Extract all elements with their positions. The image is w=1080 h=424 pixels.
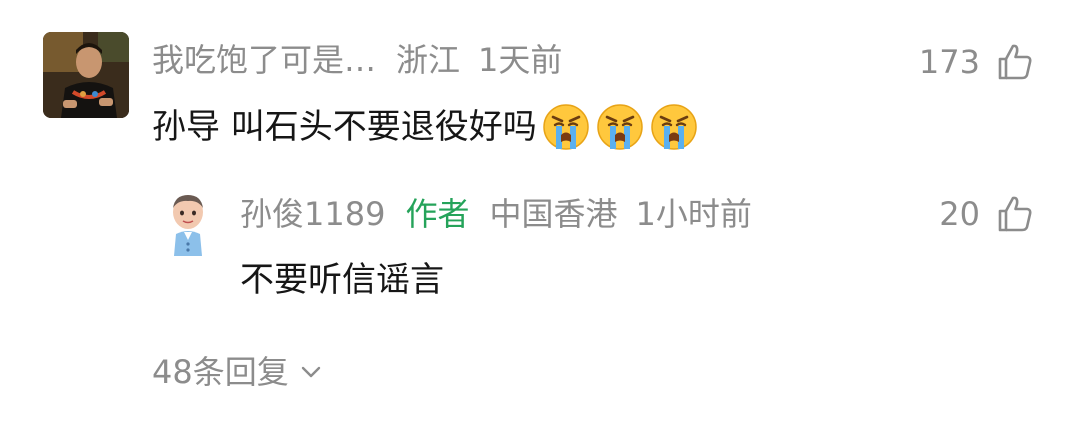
commenter-avatar[interactable] xyxy=(43,32,129,118)
commenter-region: 浙江 xyxy=(396,41,461,79)
comment-like-count: 173 xyxy=(918,43,980,81)
author-avatar[interactable] xyxy=(158,190,218,258)
commenter-username[interactable]: 我吃饱了可是… xyxy=(152,41,376,79)
crying-emoji-icon xyxy=(597,104,643,150)
author-avatar-illustration xyxy=(173,195,203,256)
reply-region: 中国香港 xyxy=(489,195,618,233)
reply-time: 1小时前 xyxy=(635,195,752,233)
crying-emoji-icon xyxy=(651,104,697,150)
thumbs-up-icon xyxy=(998,196,1032,232)
crying-emoji-icon xyxy=(543,104,589,150)
comment-text-row[interactable]: 孙导 叫石头不要退役好吗 xyxy=(152,102,699,152)
reply-username[interactable]: 孙俊1189 xyxy=(240,195,385,233)
view-replies-button[interactable]: 48条回复 xyxy=(152,350,323,394)
reply-like-count: 20 xyxy=(939,195,980,233)
reply-like-button[interactable]: 20 xyxy=(939,194,1034,234)
reply-meta: 孙俊1189 作者 中国香港 1小时前 xyxy=(240,194,772,234)
view-replies-label: 48条回复 xyxy=(152,353,289,391)
avatar-photo xyxy=(43,32,129,118)
comment-text: 孙导 叫石头不要退役好吗 xyxy=(152,107,537,147)
comment-time: 1天前 xyxy=(478,41,563,79)
reply-text: 不要听信谣言 xyxy=(240,260,444,300)
comment-meta: 我吃饱了可是… 浙江 1天前 xyxy=(152,40,582,80)
chevron-down-icon xyxy=(301,366,320,378)
crying-emoji-group xyxy=(537,102,699,152)
reply-text-row[interactable]: 不要听信谣言 xyxy=(240,258,444,302)
comment-like-button[interactable]: 173 xyxy=(919,42,1034,82)
author-badge: 作者 xyxy=(405,195,470,233)
thumbs-up-icon xyxy=(998,44,1032,80)
